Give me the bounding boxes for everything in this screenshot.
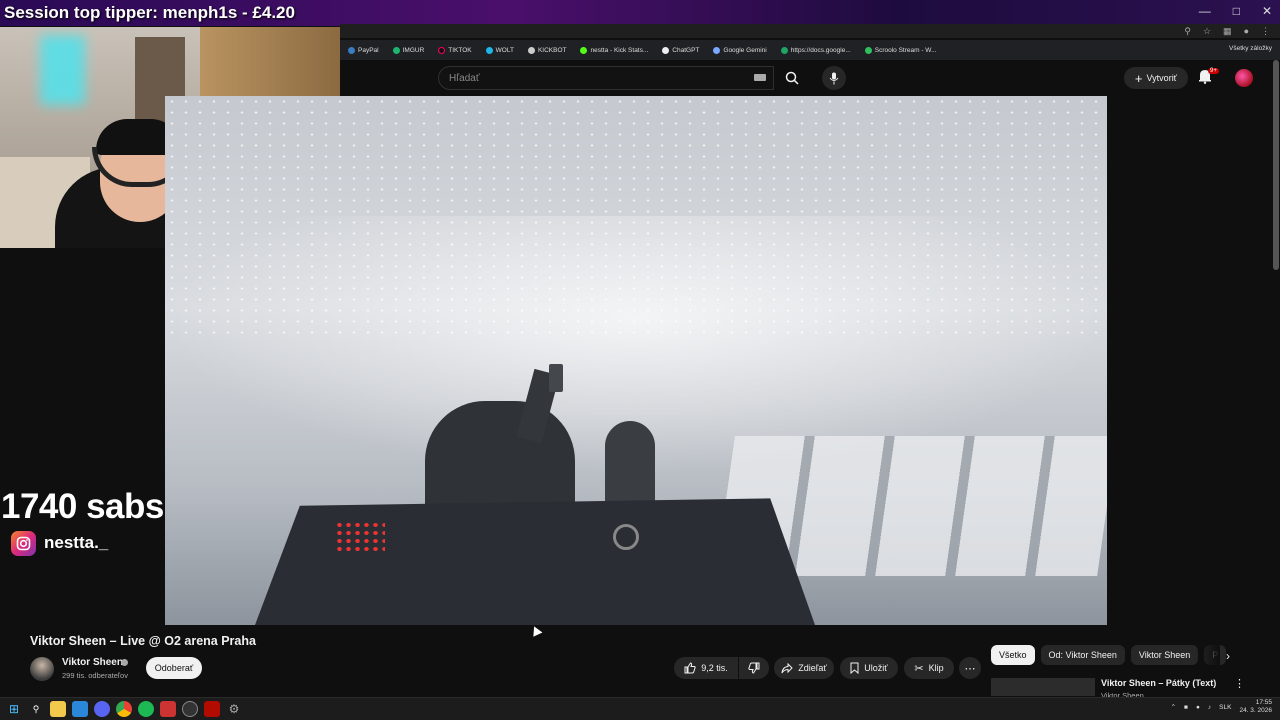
chip-from-channel[interactable]: Od: Viktor Sheen bbox=[1040, 645, 1125, 665]
video-jog-wheel bbox=[613, 524, 639, 550]
windows-start-icon[interactable]: ⊞ bbox=[6, 701, 22, 717]
channel-avatar[interactable] bbox=[30, 657, 54, 681]
bookmark-wolt[interactable]: WOLT bbox=[485, 46, 514, 54]
tiktok-icon bbox=[438, 46, 446, 54]
channel-name[interactable]: Viktor Sheen bbox=[62, 657, 123, 668]
verified-icon bbox=[121, 659, 128, 666]
bookmarks-bar: PayPal IMGUR TIKTOK WOLT KICKBOT nestta … bbox=[340, 40, 1280, 60]
chip-viktor-sheen[interactable]: Viktor Sheen bbox=[1130, 645, 1199, 665]
bookmark-icon bbox=[850, 662, 859, 674]
language-indicator[interactable]: SLK bbox=[1219, 704, 1231, 711]
chips-fade bbox=[1195, 645, 1220, 665]
discord-icon[interactable] bbox=[94, 701, 110, 717]
browser-toolbar-icons: ⚲ ☆ ▦ ● ⋮ bbox=[340, 24, 1280, 38]
video-phone bbox=[549, 364, 563, 392]
kickbot-icon bbox=[527, 46, 535, 54]
page-scrollbar[interactable] bbox=[1273, 60, 1279, 270]
file-explorer-icon[interactable] bbox=[50, 701, 66, 717]
cam-background-light bbox=[40, 35, 85, 105]
bookmark-imgur[interactable]: IMGUR bbox=[392, 46, 424, 54]
search-icon[interactable]: ⚲ bbox=[28, 701, 44, 717]
bookmark-gemini[interactable]: Google Gemini bbox=[713, 46, 767, 54]
tray-app-icon[interactable]: ■ bbox=[1184, 704, 1188, 711]
notification-badge: 9+ bbox=[1208, 68, 1219, 74]
search-icon bbox=[785, 71, 799, 85]
bookmark-kick-stats[interactable]: nestta - Kick Stats... bbox=[580, 46, 648, 54]
scroolo-icon bbox=[864, 46, 872, 54]
bookmark-chatgpt[interactable]: ChatGPT bbox=[662, 46, 699, 54]
extensions-icon[interactable]: ▦ bbox=[1223, 26, 1232, 37]
settings-icon[interactable]: ⚙ bbox=[226, 701, 242, 717]
bookmark-tiktok[interactable]: TIKTOK bbox=[438, 46, 472, 54]
clock[interactable]: 17:55 24. 3. 2026 bbox=[1239, 699, 1272, 715]
spotify-icon[interactable] bbox=[138, 701, 154, 717]
like-button[interactable]: 9,2 tis. bbox=[674, 657, 738, 679]
kick-icon bbox=[580, 46, 588, 54]
recommendation-thumbnail[interactable] bbox=[991, 678, 1095, 696]
calendar-icon[interactable] bbox=[160, 701, 176, 717]
voice-search-button[interactable] bbox=[822, 66, 846, 90]
bookmark-star-icon[interactable]: ☆ bbox=[1203, 26, 1211, 37]
microphone-icon bbox=[829, 72, 839, 84]
paypal-icon bbox=[348, 46, 355, 54]
plus-icon: + bbox=[1134, 70, 1143, 86]
recommendation-title[interactable]: Viktor Sheen – Pátky (Text) bbox=[1101, 678, 1216, 688]
recommendation-menu-icon[interactable]: ⋮ bbox=[1234, 677, 1245, 690]
gemini-icon bbox=[713, 46, 721, 54]
more-horizontal-icon: ⋯ bbox=[964, 662, 976, 675]
video-title: Viktor Sheen – Live @ O2 arena Praha bbox=[30, 634, 256, 648]
chatgpt-icon bbox=[662, 46, 670, 54]
scissors-icon: ✂ bbox=[914, 662, 924, 675]
video-controller-pads bbox=[335, 521, 385, 551]
top-tipper-overlay: Session top tipper: menph1s - £4.20 bbox=[4, 3, 295, 22]
subscribe-button[interactable]: Odoberať bbox=[146, 657, 202, 679]
imgur-icon bbox=[392, 46, 400, 54]
profile-icon[interactable]: ● bbox=[1244, 26, 1249, 36]
account-avatar[interactable] bbox=[1235, 69, 1253, 87]
window-controls: — □ ✕ bbox=[1199, 4, 1272, 18]
bookmark-scroolo[interactable]: Scroolo Stream - W... bbox=[864, 46, 937, 54]
chip-all[interactable]: Všetko bbox=[991, 645, 1035, 665]
dislike-button[interactable] bbox=[739, 657, 769, 679]
zoom-icon[interactable]: ⚲ bbox=[1184, 26, 1191, 37]
related-filter-chips: Všetko Od: Viktor Sheen Viktor Sheen P bbox=[991, 645, 1227, 665]
search-input[interactable]: Hľadať bbox=[438, 66, 774, 90]
network-icon[interactable]: ● bbox=[1196, 704, 1200, 711]
wolt-icon bbox=[485, 46, 493, 54]
instagram-icon bbox=[11, 531, 36, 556]
video-player[interactable] bbox=[165, 96, 1107, 625]
chrome-icon[interactable] bbox=[116, 701, 132, 717]
thumbs-down-icon bbox=[748, 662, 760, 674]
bookmark-kickbot[interactable]: KICKBOT bbox=[527, 46, 566, 54]
browser-menu-icon[interactable]: ⋮ bbox=[1261, 26, 1270, 37]
acrobat-icon[interactable] bbox=[204, 701, 220, 717]
close-icon[interactable]: ✕ bbox=[1262, 4, 1272, 18]
obs-icon[interactable] bbox=[182, 701, 198, 717]
thumbs-up-icon bbox=[684, 662, 696, 674]
clip-button[interactable]: ✂ Klip bbox=[904, 657, 954, 679]
bookmark-paypal[interactable]: PayPal bbox=[348, 46, 379, 54]
windows-taskbar: ⊞ ⚲ ⚙ bbox=[0, 697, 1280, 720]
mouse-cursor-icon bbox=[529, 624, 543, 637]
search-button[interactable] bbox=[776, 66, 808, 90]
bookmark-google-docs[interactable]: https://docs.google... bbox=[780, 46, 851, 54]
share-icon bbox=[781, 662, 793, 673]
chevron-right-icon[interactable]: › bbox=[1220, 648, 1236, 664]
save-button[interactable]: Uložiť bbox=[840, 657, 898, 679]
system-tray: ⌃ ■ ● ♪ SLK 17:55 24. 3. 2026 bbox=[1171, 699, 1272, 715]
create-button[interactable]: + Vytvoriť bbox=[1124, 67, 1188, 89]
instagram-handle: nestta._ bbox=[44, 533, 109, 552]
chevron-up-icon[interactable]: ⌃ bbox=[1171, 703, 1176, 711]
keyboard-icon[interactable] bbox=[754, 74, 766, 81]
minimize-icon[interactable]: — bbox=[1199, 4, 1211, 18]
store-icon[interactable] bbox=[72, 701, 88, 717]
subs-count-overlay: 1740 sabs bbox=[1, 487, 164, 526]
share-button[interactable]: Zdieľať bbox=[774, 657, 834, 679]
subscriber-count: 299 tis. odberateľov bbox=[62, 671, 128, 680]
more-actions-button[interactable]: ⋯ bbox=[959, 657, 981, 679]
google-sheets-icon bbox=[780, 46, 788, 54]
volume-icon[interactable]: ♪ bbox=[1208, 704, 1211, 711]
all-bookmarks-folder[interactable]: Všetky záložky bbox=[1229, 45, 1272, 52]
maximize-icon[interactable]: □ bbox=[1233, 4, 1240, 18]
